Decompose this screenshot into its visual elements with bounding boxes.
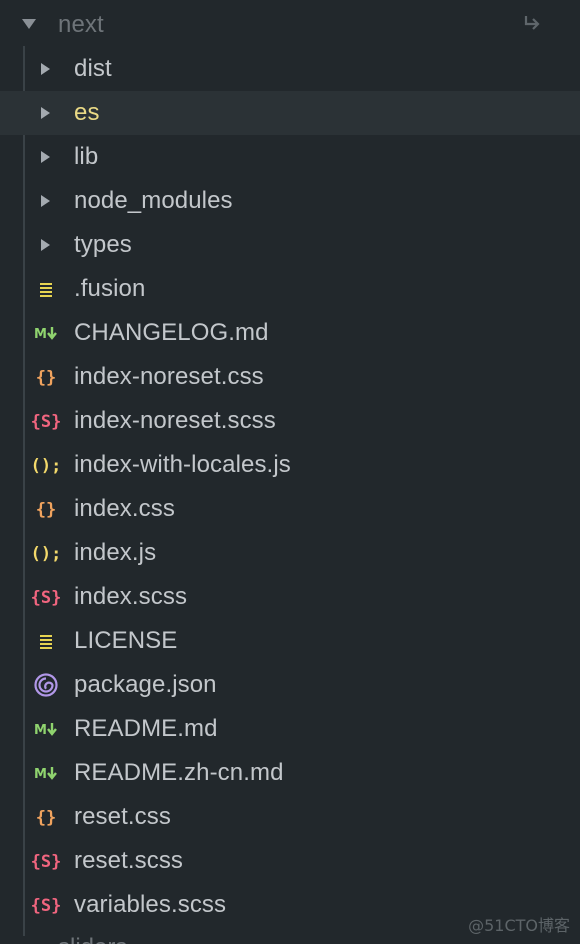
root-folder-next[interactable]: next: [0, 3, 580, 47]
caret-right-icon: [30, 91, 56, 135]
item-label: README.zh-cn.md: [74, 759, 284, 786]
css-icon: {}: [28, 487, 64, 531]
scss-icon: {S}: [28, 883, 64, 927]
markdown-icon: M: [28, 707, 64, 751]
css-icon: {}: [28, 795, 64, 839]
file-explorer-tree: next dist es lib node_modulestypes .fusion M C…: [0, 0, 580, 944]
folder-item[interactable]: dist: [0, 47, 580, 91]
svg-text:{S}: {S}: [31, 852, 62, 872]
file-item[interactable]: {S} index.scss: [0, 575, 580, 619]
scss-icon: {S}: [28, 575, 64, 619]
file-item[interactable]: (); index-with-locales.js: [0, 443, 580, 487]
return-arrow-icon[interactable]: [522, 13, 544, 35]
item-label: .fusion: [74, 275, 146, 302]
markdown-icon: M: [28, 751, 64, 795]
js-icon: ();: [28, 531, 64, 575]
caret-down-icon: [22, 19, 36, 29]
item-label: CHANGELOG.md: [74, 319, 269, 346]
root-folder-label: next: [58, 11, 104, 38]
text-file-icon: [28, 267, 64, 311]
file-item[interactable]: {S} index-noreset.scss: [0, 399, 580, 443]
package-json-icon: [28, 663, 64, 707]
file-item[interactable]: .fusion: [0, 267, 580, 311]
js-icon: ();: [28, 443, 64, 487]
file-item[interactable]: {S} reset.scss: [0, 839, 580, 883]
svg-text:{}: {}: [36, 500, 56, 520]
svg-text:{S}: {S}: [31, 412, 62, 432]
folder-item[interactable]: types: [0, 223, 580, 267]
watermark: @51CTO博客: [468, 916, 570, 935]
item-label: types: [74, 231, 132, 258]
file-item[interactable]: (); index.js: [0, 531, 580, 575]
svg-text:M: M: [34, 723, 47, 738]
item-label: dist: [74, 55, 112, 82]
svg-text:{}: {}: [36, 808, 56, 828]
caret-right-icon: [30, 47, 56, 91]
svg-text:{S}: {S}: [31, 588, 62, 608]
item-label: index.scss: [74, 583, 188, 610]
text-file-icon: [28, 619, 64, 663]
folder-item[interactable]: node_modules: [0, 179, 580, 223]
file-item[interactable]: M README.zh-cn.md: [0, 751, 580, 795]
file-item[interactable]: M README.md: [0, 707, 580, 751]
item-label: variables.scss: [74, 891, 227, 918]
caret-right-icon: [30, 179, 56, 223]
item-label: index-noreset.css: [74, 363, 264, 390]
svg-text:M: M: [34, 767, 47, 782]
svg-text:();: ();: [31, 544, 62, 564]
file-item[interactable]: M CHANGELOG.md: [0, 311, 580, 355]
file-item[interactable]: {} reset.css: [0, 795, 580, 839]
file-item[interactable]: package.json: [0, 663, 580, 707]
scss-icon: {S}: [28, 399, 64, 443]
item-label: es: [74, 99, 100, 126]
item-label: node_modules: [74, 187, 233, 214]
item-label: lib: [74, 143, 99, 170]
folder-item[interactable]: lib: [0, 135, 580, 179]
caret-right-icon: [30, 223, 56, 267]
folder-item[interactable]: es: [0, 91, 580, 135]
css-icon: {}: [28, 355, 64, 399]
item-label: LICENSE: [74, 627, 178, 654]
item-label: index.css: [74, 495, 175, 522]
item-label: index-noreset.scss: [74, 407, 276, 434]
item-label: README.md: [74, 715, 218, 742]
item-label: reset.scss: [74, 847, 184, 874]
file-item[interactable]: {} index-noreset.css: [0, 355, 580, 399]
scss-icon: {S}: [28, 839, 64, 883]
item-label: package.json: [74, 671, 217, 698]
svg-text:();: ();: [31, 456, 62, 476]
file-item[interactable]: LICENSE: [0, 619, 580, 663]
caret-right-icon: [30, 135, 56, 179]
file-item[interactable]: {} index.css: [0, 487, 580, 531]
item-label: reset.css: [74, 803, 171, 830]
item-label: index.js: [74, 539, 157, 566]
item-label: index-with-locales.js: [74, 451, 291, 478]
svg-text:M: M: [34, 327, 47, 342]
markdown-icon: M: [28, 311, 64, 355]
svg-text:{S}: {S}: [31, 896, 62, 916]
svg-text:{}: {}: [36, 368, 56, 388]
